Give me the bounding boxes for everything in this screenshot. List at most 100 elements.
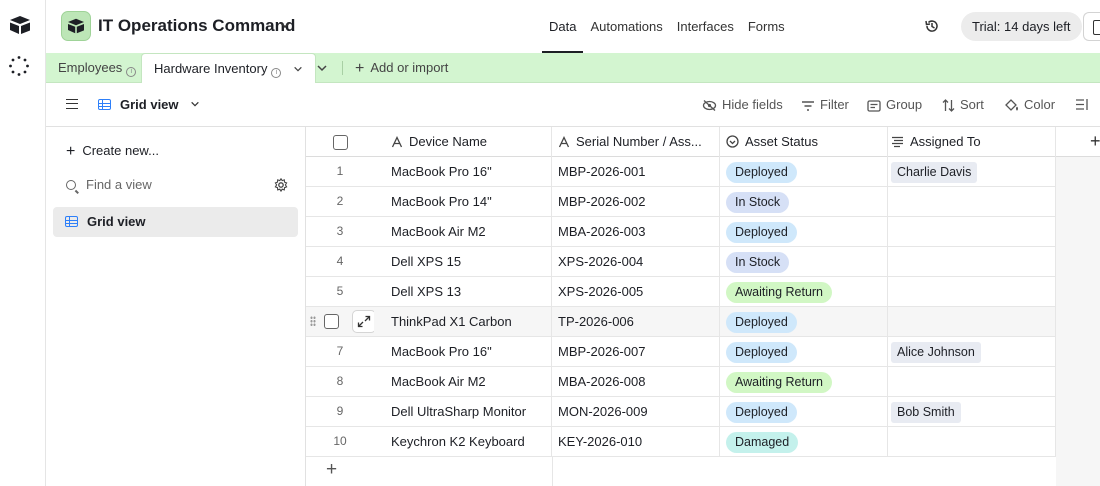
cell-device-name[interactable]: MacBook Air M2 [374,367,552,397]
cell-device-name[interactable]: Dell XPS 15 [374,247,552,277]
all-tables-chevron-icon[interactable] [316,62,328,74]
hide-fields-button[interactable]: Hide fields [702,83,783,127]
cell-serial-number[interactable]: MBP-2026-001 [552,157,720,187]
row-checkbox[interactable] [324,314,339,329]
table-row[interactable]: 9 Dell UltraSharp Monitor MON-2026-009 Depl… [306,397,1056,427]
tab-hardware-inventory[interactable]: Hardware Inventory i [141,53,317,84]
single-select-icon [726,135,739,148]
cell-assigned-to[interactable] [888,187,1056,217]
cell-serial-number[interactable]: MON-2026-009 [552,397,720,427]
nav-data[interactable]: Data [542,0,584,53]
sidebar-view-grid[interactable]: Grid view [53,207,298,237]
cell-assigned-to[interactable]: Alice Johnson [888,337,1056,367]
column-header-label: Asset Status [745,134,818,149]
cell-asset-status[interactable]: Awaiting Return [720,277,888,307]
cell-assigned-to[interactable] [888,307,1056,337]
cell-assigned-to[interactable] [888,217,1056,247]
cell-assigned-to[interactable] [888,427,1056,457]
cell-serial-number[interactable]: XPS-2026-004 [552,247,720,277]
table-row[interactable]: 5 Dell XPS 13 XPS-2026-005 Awaiting Return [306,277,1056,307]
menu-icon[interactable] [66,99,78,109]
tab-label: Employees [58,60,123,75]
column-header-device-name[interactable]: Device Name [374,127,552,157]
cell-asset-status[interactable]: Deployed [720,397,888,427]
cell-serial-number[interactable]: MBA-2026-008 [552,367,720,397]
filter-button[interactable]: Filter [801,83,849,127]
table-row[interactable]: 8 MacBook Air M2 MBA-2026-008 Awaiting Retu… [306,367,1056,397]
table-row[interactable]: 10 Keychron K2 Keyboard KEY-2026-010 Damage… [306,427,1056,457]
records-grid: Device Name Serial Number / Ass... Asset… [306,127,1100,486]
cell-asset-status[interactable]: Deployed [720,157,888,187]
cell-assigned-to[interactable] [888,277,1056,307]
sort-button[interactable]: Sort [942,83,984,127]
loading-spinner-icon [9,56,29,76]
table-row[interactable]: 4 Dell XPS 15 XPS-2026-004 In Stock [306,247,1056,277]
assignee-chip: Alice Johnson [891,342,981,364]
nav-interfaces[interactable]: Interfaces [670,0,741,53]
cell-device-name[interactable]: MacBook Pro 16" [374,337,552,367]
cell-serial-number[interactable]: XPS-2026-005 [552,277,720,307]
table-row[interactable]: 1 MacBook Pro 16" MBP-2026-001 Deployed Char… [306,157,1056,187]
gear-icon[interactable] [274,178,288,192]
find-view-input[interactable]: Find a view [66,177,296,192]
cell-assigned-to[interactable]: Charlie Davis [888,157,1056,187]
cell-asset-status[interactable]: In Stock [720,247,888,277]
info-icon: i [271,68,282,78]
base-title[interactable]: IT Operations Command [98,16,295,36]
nav-forms[interactable]: Forms [741,0,792,53]
cell-asset-status[interactable]: Deployed [720,217,888,247]
column-header-assigned-to[interactable]: Assigned To [888,127,1056,157]
base-icon[interactable] [61,11,91,41]
select-all-checkbox[interactable] [332,135,348,151]
row-number: 2 [336,194,344,208]
cell-assigned-to[interactable] [888,367,1056,397]
create-new-view-button[interactable]: + Create new... [66,143,159,161]
cell-serial-number[interactable]: MBP-2026-002 [552,187,720,217]
chevron-down-icon[interactable] [293,64,303,74]
expand-record-button[interactable] [352,310,374,333]
color-button[interactable]: Color [1004,83,1055,127]
cell-device-name[interactable]: ThinkPad X1 Carbon [374,307,552,337]
group-button[interactable]: Group [867,83,922,127]
airtable-logo-icon[interactable] [9,15,31,35]
cell-asset-status[interactable]: In Stock [720,187,888,217]
share-button[interactable] [1083,12,1100,41]
row-number: 5 [336,284,344,298]
cell-serial-number[interactable]: MBP-2026-007 [552,337,720,367]
add-field-button[interactable]: + [1056,127,1100,157]
view-switcher[interactable]: Grid view [98,83,200,127]
cell-assigned-to[interactable] [888,247,1056,277]
cell-serial-number[interactable]: TP-2026-006 [552,307,720,337]
table-row[interactable]: ThinkPad X1 Carbon TP-2026-006 Deployed [306,307,1056,337]
cell-asset-status[interactable]: Deployed [720,337,888,367]
cell-device-name[interactable]: Dell UltraSharp Monitor [374,397,552,427]
cell-device-name[interactable]: MacBook Air M2 [374,217,552,247]
cell-serial-number[interactable]: KEY-2026-010 [552,427,720,457]
cell-asset-status[interactable]: Damaged [720,427,888,457]
top-nav: Data Automations Interfaces Forms [542,0,792,53]
add-record-row[interactable]: + [306,457,1056,486]
add-or-import-button[interactable]: + Add or import [355,53,448,83]
trial-badge[interactable]: Trial: 14 days left [961,12,1082,41]
column-header-serial-number[interactable]: Serial Number / Ass... [552,127,720,157]
cell-device-name[interactable]: MacBook Pro 14" [374,187,552,217]
status-badge: Awaiting Return [726,372,833,394]
cell-asset-status[interactable]: Awaiting Return [720,367,888,397]
table-row[interactable]: 3 MacBook Air M2 MBA-2026-003 Deployed [306,217,1056,247]
cell-asset-status[interactable]: Deployed [720,307,888,337]
history-icon[interactable] [924,18,940,34]
cell-device-name[interactable]: MacBook Pro 16" [374,157,552,187]
nav-automations[interactable]: Automations [583,0,669,53]
tab-employees[interactable]: Employees i [58,53,137,83]
drag-handle-icon[interactable] [310,316,316,327]
chevron-down-icon[interactable] [279,19,291,31]
column-header-asset-status[interactable]: Asset Status [720,127,888,157]
column-header-label: Assigned To [910,134,981,149]
cell-device-name[interactable]: Keychron K2 Keyboard [374,427,552,457]
cell-assigned-to[interactable]: Bob Smith [888,397,1056,427]
table-row[interactable]: 7 MacBook Pro 16" MBP-2026-007 Deployed Alic… [306,337,1056,367]
table-row[interactable]: 2 MacBook Pro 14" MBP-2026-002 In Stock [306,187,1056,217]
cell-serial-number[interactable]: MBA-2026-003 [552,217,720,247]
row-height-icon[interactable] [1075,98,1089,111]
cell-device-name[interactable]: Dell XPS 13 [374,277,552,307]
